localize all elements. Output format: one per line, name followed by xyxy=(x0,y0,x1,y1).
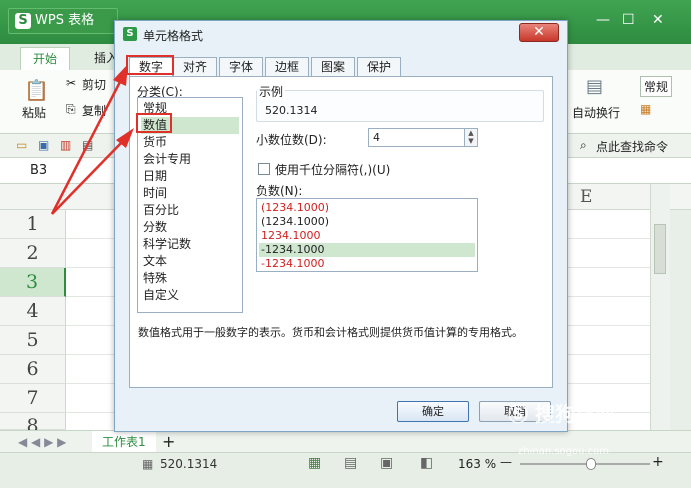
watermark-logo-icon: Ⓢ xyxy=(508,402,528,426)
watermark-text: 搜狗指南 xyxy=(534,402,615,426)
watermark-url: zhinan.sogou.com xyxy=(518,446,610,457)
watermark: Ⓢ 搜狗指南 xyxy=(508,398,615,427)
